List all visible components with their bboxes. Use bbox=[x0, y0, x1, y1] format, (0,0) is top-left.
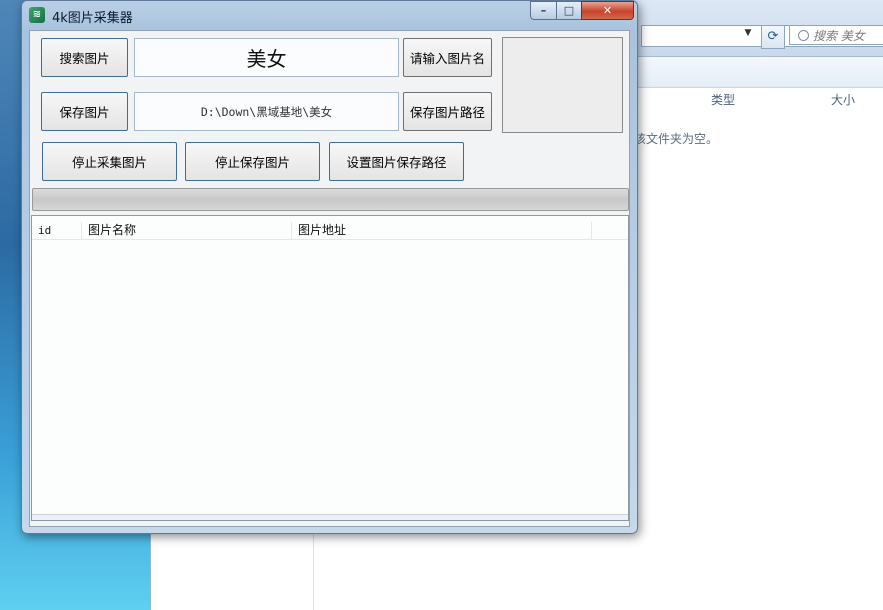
app-logo-icon: ≋ bbox=[29, 7, 45, 23]
maximize-button[interactable]: □ bbox=[556, 1, 582, 20]
explorer-search-placeholder: 搜索 美女 bbox=[813, 29, 865, 43]
column-header-image-url[interactable]: 图片地址 bbox=[292, 222, 592, 239]
explorer-search-input[interactable]: 搜索 美女 bbox=[789, 25, 883, 45]
stop-collect-button[interactable]: 停止采集图片 bbox=[42, 142, 177, 181]
list-scroll-track[interactable] bbox=[32, 514, 628, 520]
save-path-hint-button[interactable]: 保存图片路径 bbox=[403, 92, 492, 131]
list-header: id 图片名称 图片地址 bbox=[32, 222, 628, 240]
client-area: 搜索图片 美女 请输入图片名 保存图片 D:\Down\黑域基地\美女 保存图片… bbox=[29, 30, 630, 527]
column-header-image-name[interactable]: 图片名称 bbox=[82, 222, 292, 239]
set-save-path-button[interactable]: 设置图片保存路径 bbox=[329, 142, 464, 181]
app-window: ≋ 4k图片采集器 – □ ✕ 搜索图片 美女 请输入图片名 保存图片 D:\D… bbox=[21, 0, 638, 534]
search-icon bbox=[798, 30, 809, 41]
image-preview-box bbox=[502, 37, 623, 133]
folder-empty-message: 该文件夹为空。 bbox=[634, 132, 719, 146]
close-button[interactable]: ✕ bbox=[581, 1, 634, 20]
column-header-id[interactable]: id bbox=[32, 222, 82, 239]
address-dropdown-icon[interactable]: ▼ bbox=[741, 28, 755, 42]
minimize-button[interactable]: – bbox=[530, 1, 557, 20]
keyword-hint-button[interactable]: 请输入图片名 bbox=[403, 38, 492, 77]
search-images-button[interactable]: 搜索图片 bbox=[41, 38, 128, 77]
save-images-button[interactable]: 保存图片 bbox=[41, 92, 128, 131]
keyword-input[interactable]: 美女 bbox=[134, 38, 399, 77]
column-header-type[interactable]: 类型 bbox=[711, 88, 735, 112]
progress-bar bbox=[32, 188, 629, 211]
save-path-field[interactable]: D:\Down\黑域基地\美女 bbox=[134, 92, 399, 131]
image-list-view[interactable]: id 图片名称 图片地址 bbox=[31, 215, 629, 521]
stop-save-button[interactable]: 停止保存图片 bbox=[185, 142, 320, 181]
column-header-size[interactable]: 大小 bbox=[831, 88, 855, 112]
refresh-icon[interactable]: ⟳ bbox=[761, 25, 785, 49]
title-bar[interactable]: ≋ 4k图片采集器 – □ ✕ bbox=[22, 1, 637, 29]
window-title: 4k图片采集器 bbox=[52, 11, 133, 26]
